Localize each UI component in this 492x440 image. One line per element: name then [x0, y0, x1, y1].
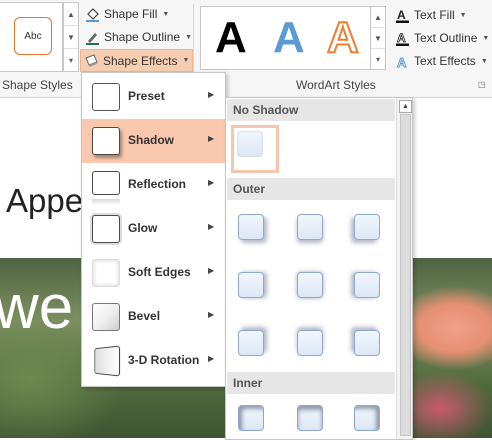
shape-effects-menu: Preset ▶ Shadow ▶ Reflection ▶ Glow ▶ So…	[81, 72, 226, 387]
chevron-down-icon: ▼	[162, 10, 170, 18]
glow-thumb-icon	[92, 215, 120, 243]
shadow-option-outer-offset-bottom[interactable]	[297, 214, 323, 240]
shadow-option-inner-top[interactable]	[297, 405, 323, 431]
svg-text:A: A	[397, 31, 406, 45]
shape-effects-label: Shape Effects	[103, 53, 178, 68]
scroll-up-icon[interactable]: ▲	[399, 100, 412, 113]
menu-item-reflection[interactable]: Reflection ▶	[82, 163, 225, 207]
menu-item-glow[interactable]: Glow ▶	[82, 207, 225, 251]
shadow-option-outer-offset-diagonal-bottom-right[interactable]	[238, 214, 264, 240]
shape-styles-group-label: Shape Styles	[2, 78, 73, 92]
text-effects-icon: A	[395, 54, 410, 69]
shadow-option-none[interactable]	[237, 131, 263, 157]
menu-item-label: Soft Edges	[128, 265, 191, 279]
menu-item-label: Shadow	[128, 133, 175, 147]
scrollbar-thumb[interactable]	[400, 114, 411, 436]
shape-style-swatch[interactable]: Abc	[14, 17, 52, 55]
text-effects-label: Text Effects	[414, 54, 476, 68]
wordart-styles-gallery: A A A	[200, 6, 372, 70]
shadow-option-outer-offset-diagonal-top-left[interactable]	[354, 330, 380, 356]
dialog-launcher-icon[interactable]: ◳	[478, 80, 487, 89]
submenu-arrow-icon: ▶	[208, 310, 215, 319]
paint-bucket-icon	[85, 7, 100, 22]
submenu-arrow-icon: ▶	[208, 222, 215, 231]
shadow-option-outer-offset-left[interactable]	[354, 272, 380, 298]
text-fill-label: Text Fill	[414, 8, 455, 22]
shadow-option-inner-diagonal-top-right[interactable]	[354, 405, 380, 431]
bevel-thumb-icon	[92, 303, 120, 331]
shape-effects-button[interactable]: Shape Effects ▼	[80, 49, 194, 72]
wordart-gallery-scroll: ▲ ▼ ▾	[370, 6, 386, 70]
chevron-down-icon: ▼	[185, 33, 192, 41]
chevron-down-icon: ▼	[482, 34, 490, 42]
slide-photo-text[interactable]: we	[0, 272, 73, 343]
section-header-no-shadow: No Shadow	[227, 99, 395, 121]
text-outline-label: Text Outline	[414, 31, 478, 45]
reflection-mirror-icon	[92, 199, 120, 205]
gallery-scroll-down-icon[interactable]: ▼	[371, 28, 385, 49]
gallery-scroll-down-icon[interactable]: ▼	[64, 26, 78, 49]
submenu-arrow-icon: ▶	[208, 90, 215, 99]
chevron-down-icon: ▼	[459, 11, 467, 19]
text-outline-icon: A	[395, 31, 410, 46]
menu-item-preset[interactable]: Preset ▶	[82, 75, 225, 119]
menu-item-soft-edges[interactable]: Soft Edges ▶	[82, 251, 225, 295]
chevron-down-icon: ▼	[480, 57, 488, 65]
svg-text:A: A	[397, 55, 407, 69]
shadow-gallery: No Shadow Outer Inner ▲	[225, 97, 413, 440]
shape-styles-gallery: Abc	[0, 2, 63, 72]
shadow-option-outer-offset-diagonal-top-right[interactable]	[238, 330, 264, 356]
shape-outline-label: Shape Outline	[104, 30, 181, 44]
shadow-option-outer-offset-top[interactable]	[297, 330, 323, 356]
ribbon: Abc ▲ ▼ ▾ Shape Fill ▼ Shape Outline ▼ S…	[0, 0, 492, 98]
chevron-down-icon: ▼	[182, 57, 190, 64]
section-header-outer: Outer	[227, 178, 395, 200]
wordart-style-orange-outline[interactable]: A	[326, 11, 360, 65]
reflection-thumb-icon	[92, 171, 120, 195]
shadow-option-inner-diagonal-top-left[interactable]	[238, 405, 264, 431]
gallery-scroll-up-icon[interactable]: ▲	[371, 7, 385, 28]
menu-item-3d-rotation[interactable]: 3-D Rotation ▶	[82, 339, 225, 383]
3d-rotation-thumb-icon	[94, 345, 121, 377]
shape-fill-button[interactable]: Shape Fill ▼	[82, 4, 172, 24]
wordart-styles-group-label: WordArt Styles	[296, 78, 376, 92]
shadow-option-outer-offset-center[interactable]	[297, 272, 323, 298]
shape-effects-icon	[84, 53, 99, 68]
menu-item-label: Bevel	[128, 309, 161, 323]
gallery-more-icon[interactable]: ▾	[371, 49, 385, 69]
preset-thumb-icon	[92, 83, 120, 111]
shadow-thumb-icon	[92, 127, 120, 155]
menu-item-label: Preset	[128, 89, 165, 103]
submenu-arrow-icon: ▶	[208, 266, 215, 275]
wordart-style-blue[interactable]: A	[273, 11, 305, 65]
section-header-inner: Inner	[227, 372, 395, 394]
menu-item-bevel[interactable]: Bevel ▶	[82, 295, 225, 339]
gallery-scrollbar[interactable]: ▲	[396, 98, 412, 439]
shape-outline-button[interactable]: Shape Outline ▼	[82, 27, 195, 47]
gallery-more-icon[interactable]: ▾	[64, 49, 78, 71]
shadow-option-outer-offset-diagonal-bottom-left[interactable]	[354, 214, 380, 240]
menu-item-label: Glow	[128, 221, 158, 235]
text-outline-button[interactable]: A Text Outline ▼	[392, 28, 492, 48]
pen-icon	[85, 30, 100, 45]
shape-fill-label: Shape Fill	[104, 7, 158, 21]
slide-title-text[interactable]: Appe	[6, 182, 83, 220]
wordart-style-black[interactable]: A	[215, 11, 247, 65]
submenu-arrow-icon: ▶	[208, 178, 215, 187]
soft-edges-thumb-icon	[92, 259, 120, 287]
text-effects-button[interactable]: A Text Effects ▼	[392, 51, 491, 71]
menu-item-shadow[interactable]: Shadow ▶	[82, 119, 225, 163]
submenu-arrow-icon: ▶	[208, 134, 215, 143]
text-fill-button[interactable]: A Text Fill ▼	[392, 5, 470, 25]
svg-text:A: A	[397, 8, 406, 22]
text-fill-icon: A	[395, 8, 410, 23]
shape-styles-gallery-scroll: ▲ ▼ ▾	[63, 2, 79, 72]
gallery-scroll-up-icon[interactable]: ▲	[64, 3, 78, 26]
submenu-arrow-icon: ▶	[208, 354, 215, 363]
menu-item-label: Reflection	[128, 177, 187, 191]
shadow-option-outer-offset-right[interactable]	[238, 272, 264, 298]
menu-item-label: 3-D Rotation	[128, 353, 200, 367]
